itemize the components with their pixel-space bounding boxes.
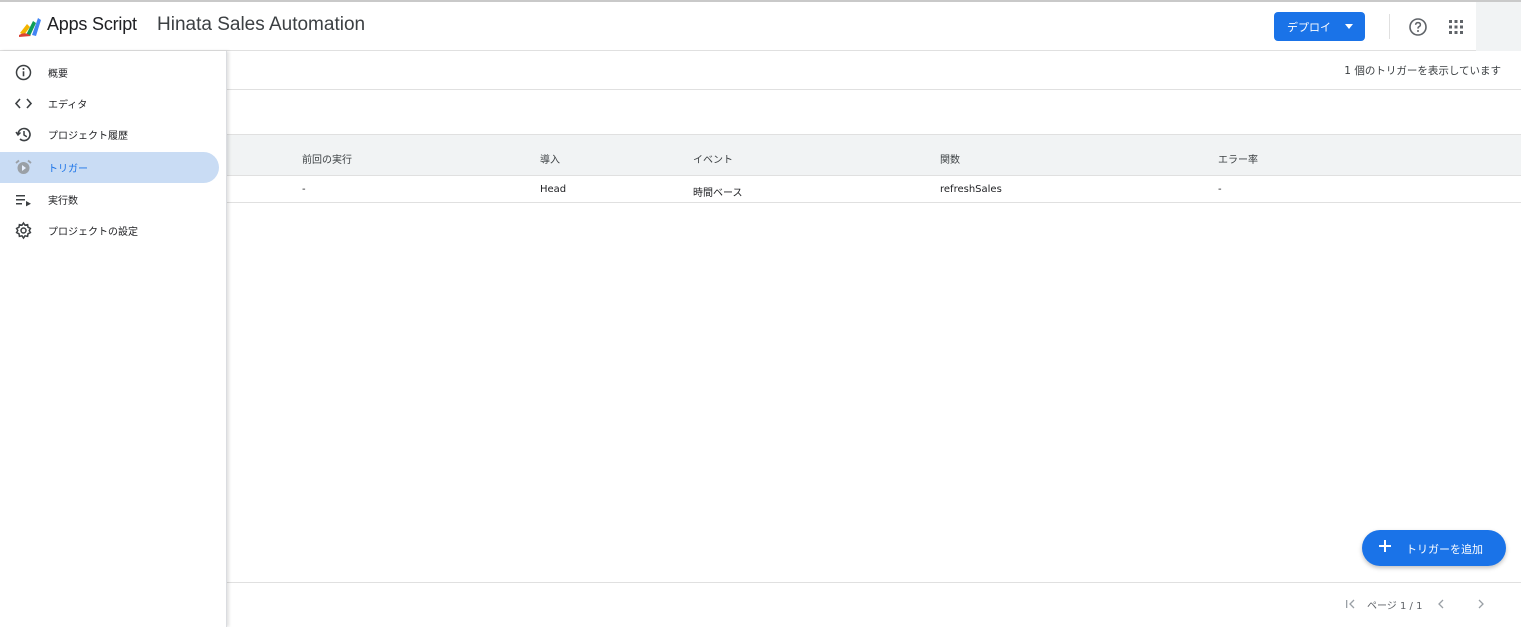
history-icon <box>15 127 31 142</box>
code-icon <box>14 98 33 109</box>
add-trigger-label: トリガーを追加 <box>1406 543 1483 556</box>
project-title[interactable]: Hinata Sales Automation <box>157 14 365 36</box>
add-trigger-button[interactable]: トリガーを追加 <box>1362 530 1506 566</box>
alarm-icon <box>15 159 32 174</box>
executions-icon <box>16 195 31 207</box>
column-header-last-run[interactable]: 前回の実行 <box>302 151 352 166</box>
sidebar-item-label: エディタ <box>48 100 88 111</box>
cell-event: 時間ベース <box>693 188 743 199</box>
prev-page-icon[interactable] <box>1432 595 1450 613</box>
footer-divider <box>227 582 1521 583</box>
sidebar-item-executions[interactable]: 実行数 <box>0 184 219 215</box>
deploy-button[interactable]: デプロイ <box>1274 12 1365 41</box>
column-header-deployment[interactable]: 導入 <box>540 151 560 166</box>
table-header: 前回の実行 導入 イベント 関数 エラー率 <box>227 134 1521 176</box>
sidebar-item-triggers[interactable]: トリガー <box>0 152 219 183</box>
sidebar-item-project-history[interactable]: プロジェクト履歴 <box>0 119 219 150</box>
sidebar-item-overview[interactable]: 概要 <box>0 57 219 88</box>
sidebar-item-label: プロジェクト履歴 <box>48 131 128 142</box>
sidebar-item-label: 概要 <box>48 69 68 80</box>
sidebar-item-editor[interactable]: エディタ <box>0 88 219 119</box>
plus-icon <box>1379 540 1391 552</box>
trigger-count-text: 1 個のトリガーを表示しています <box>1344 65 1501 77</box>
sidebar-item-label: 実行数 <box>48 196 78 207</box>
first-page-icon[interactable] <box>1342 595 1360 613</box>
gear-icon <box>15 221 32 240</box>
sidebar: 概要 エディタ プロジェクト履歴 トリガー 実行数 プロジェクトの設定 <box>0 51 227 627</box>
cell-last-run: - <box>302 184 306 195</box>
column-header-event[interactable]: イベント <box>693 151 733 166</box>
cell-deployment: Head <box>540 184 567 195</box>
deploy-label: デプロイ <box>1287 20 1331 34</box>
column-header-error-rate[interactable]: エラー率 <box>1218 151 1258 166</box>
info-icon <box>15 64 32 81</box>
cell-error-rate: - <box>1218 184 1222 195</box>
header-edge-panel <box>1476 2 1521 52</box>
dropdown-caret-icon <box>1345 24 1353 29</box>
page-indicator: ページ 1 / 1 <box>1367 601 1423 612</box>
sidebar-item-project-settings[interactable]: プロジェクトの設定 <box>0 215 219 246</box>
sidebar-item-label: プロジェクトの設定 <box>48 227 138 238</box>
help-icon[interactable] <box>1408 17 1428 37</box>
cell-function: refreshSales <box>940 184 1002 195</box>
next-page-icon[interactable] <box>1472 595 1490 613</box>
apps-script-logo[interactable] <box>17 13 43 39</box>
column-header-function[interactable]: 関数 <box>940 151 960 166</box>
table-row[interactable]: - Head 時間ベース refreshSales - <box>227 176 1521 203</box>
apps-grid-icon[interactable] <box>1447 18 1465 36</box>
triggers-panel: 1 個のトリガーを表示しています 前回の実行 導入 イベント 関数 エラー率 -… <box>227 51 1521 627</box>
divider <box>227 89 1521 90</box>
sidebar-item-label: トリガー <box>48 164 88 175</box>
header-divider <box>1389 14 1390 39</box>
app-name[interactable]: Apps Script <box>47 14 137 35</box>
pagination: ページ 1 / 1 <box>1342 595 1502 615</box>
app-header: Apps Script Hinata Sales Automation デプロイ <box>0 0 1521 52</box>
